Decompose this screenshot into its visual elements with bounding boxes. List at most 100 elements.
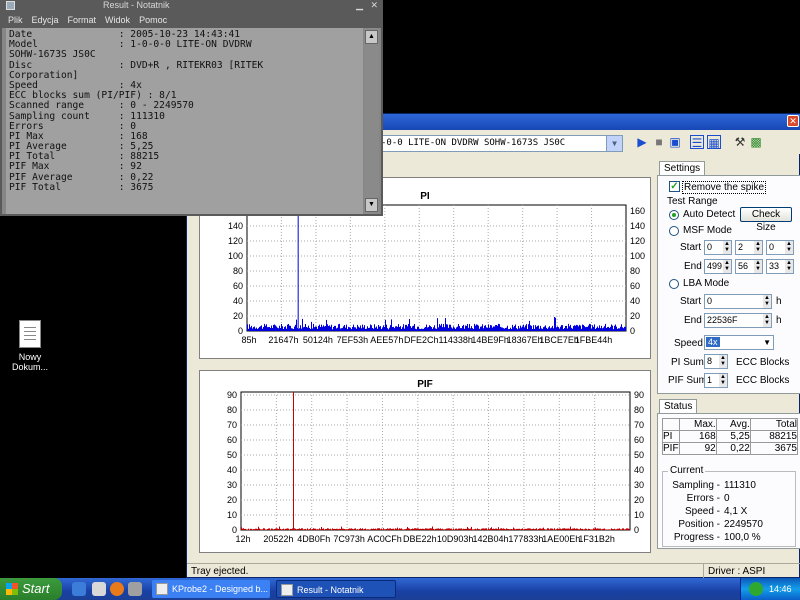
- pi-sum-value: 8: [707, 356, 713, 366]
- y-tick-label-left: 80: [227, 405, 237, 415]
- y-tick-label-left: 20: [227, 495, 237, 505]
- y-tick-label-right: 0: [630, 326, 635, 336]
- spin-arrows-icon[interactable]: ▲ ▼: [723, 241, 731, 254]
- table-row: PIF 92 0,22 3675: [662, 442, 799, 455]
- msf-end-min[interactable]: 499 ▲ ▼: [704, 259, 732, 274]
- y-tick-label-right: 10: [634, 510, 644, 520]
- firefox-icon[interactable]: [110, 582, 124, 596]
- msf-start-frame[interactable]: 0 ▲ ▼: [766, 240, 794, 255]
- save-icon[interactable]: ▣: [668, 135, 682, 149]
- pi-sum-input[interactable]: 8 ▲ ▼: [704, 354, 728, 369]
- lba-end-value: 22536F: [707, 315, 738, 325]
- menu-help[interactable]: Pomoc: [139, 15, 167, 25]
- scroll-up-icon[interactable]: ▲: [365, 30, 378, 44]
- pif-sum-input[interactable]: 1 ▲ ▼: [704, 373, 728, 388]
- lba-start-label: Start: [680, 296, 702, 307]
- chevron-down-icon[interactable]: ▼: [763, 336, 771, 349]
- msf-end-frame[interactable]: 33 ▲ ▼: [766, 259, 794, 274]
- check-size-button[interactable]: Check Size: [740, 207, 792, 233]
- start-button[interactable]: Start: [0, 578, 62, 600]
- spin-arrows-icon[interactable]: ▲ ▼: [723, 260, 731, 273]
- lba-end-unit: h: [776, 315, 782, 326]
- y-tick-label-right: 160: [630, 206, 645, 216]
- msf-start-sec-value: 2: [738, 242, 744, 252]
- msf-start-frame-value: 0: [769, 242, 775, 252]
- y-tick-label-right: 70: [634, 420, 644, 430]
- status-message: Tray ejected.: [191, 566, 249, 577]
- text-line: PIF Total : 3675: [9, 181, 154, 193]
- msf-start-sec[interactable]: 2 ▲ ▼: [735, 240, 763, 255]
- minimize-icon[interactable]: ▁: [356, 0, 363, 10]
- lba-start-input[interactable]: 0 ▲ ▼: [704, 294, 772, 309]
- notepad-text-area[interactable]: Date : 2005-10-23 14:43:41 Model : 1-0-0…: [6, 28, 363, 214]
- spin-arrows-icon[interactable]: ▲ ▼: [754, 260, 762, 273]
- scroll-down-icon[interactable]: ▼: [365, 198, 378, 212]
- notepad-scrollbar[interactable]: ▲ ▼: [364, 28, 379, 214]
- y-tick-label-left: 60: [233, 281, 243, 291]
- spin-arrows-icon[interactable]: ▲ ▼: [719, 374, 727, 387]
- x-tick-label: 1BCE7Eh: [539, 335, 579, 345]
- spin-arrows-icon[interactable]: ▲ ▼: [763, 314, 771, 327]
- msf-end-sec[interactable]: 56 ▲ ▼: [735, 259, 763, 274]
- msf-start-label: Start: [680, 242, 702, 253]
- status-row-total: 88215: [749, 430, 799, 443]
- layout-vertical-icon[interactable]: ▦: [707, 135, 721, 150]
- settings-icon[interactable]: ▩: [749, 135, 763, 149]
- x-tick-label: 21647h: [268, 335, 298, 345]
- y-tick-label-left: 120: [228, 236, 243, 246]
- quicklaunch-tool-icon[interactable]: [128, 582, 142, 596]
- document-icon: [19, 320, 41, 348]
- auto-detect-radio[interactable]: [669, 210, 679, 220]
- desktop-icon-new-document[interactable]: Nowy Dokum...: [8, 320, 52, 372]
- quicklaunch-app-icon[interactable]: [92, 582, 106, 596]
- x-tick-label: DFE2Ch: [404, 335, 439, 345]
- menu-file[interactable]: Plik: [8, 15, 23, 25]
- play-icon[interactable]: ▶: [635, 135, 649, 149]
- layout-horizontal-icon[interactable]: ☰: [690, 135, 704, 150]
- remove-spike-checkbox[interactable]: ✓: [669, 181, 680, 192]
- current-sampling-label: Sampling -: [672, 480, 720, 491]
- y-tick-label-right: 60: [634, 435, 644, 445]
- msf-start-min-value: 0: [707, 242, 713, 252]
- task-notepad[interactable]: Result - Notatnik: [276, 580, 396, 598]
- tab-settings[interactable]: Settings: [659, 161, 706, 175]
- msf-start-min[interactable]: 0 ▲ ▼: [704, 240, 732, 255]
- y-tick-label-right: 120: [630, 236, 645, 246]
- y-tick-label-left: 90: [227, 390, 237, 400]
- current-progress-value: 100,0 %: [724, 532, 761, 543]
- spin-arrows-icon[interactable]: ▲ ▼: [719, 355, 727, 368]
- notepad-titlebar[interactable]: Result - Notatnik ▁ ✕: [2, 0, 381, 12]
- msf-mode-radio[interactable]: [669, 226, 679, 236]
- spin-arrows-icon[interactable]: ▲ ▼: [785, 241, 793, 254]
- tray-status-icon[interactable]: [749, 582, 763, 596]
- task-kprobe[interactable]: KProbe2 - Designed b...: [152, 580, 270, 598]
- spin-arrows-icon[interactable]: ▲ ▼: [763, 295, 771, 308]
- menu-format[interactable]: Format: [68, 15, 97, 25]
- menu-edit[interactable]: Edycja: [32, 15, 59, 25]
- tab-status[interactable]: Status: [659, 399, 698, 413]
- lba-end-input[interactable]: 22536F ▲ ▼: [704, 313, 772, 328]
- status-header-avg: Avg.: [715, 418, 751, 431]
- spin-arrows-icon[interactable]: ▲ ▼: [754, 241, 762, 254]
- chevron-down-icon[interactable]: ▼: [606, 136, 622, 151]
- clock: 14:46: [769, 584, 792, 594]
- y-tick-label-right: 140: [630, 221, 645, 231]
- show-desktop-icon[interactable]: [72, 582, 86, 596]
- driver-info: Driver : ASPI: [703, 564, 800, 579]
- lba-mode-radio[interactable]: [669, 279, 679, 289]
- speed-select[interactable]: 4x ▼: [704, 335, 774, 350]
- close-icon[interactable]: ✕: [370, 0, 378, 10]
- menu-view[interactable]: Widok: [105, 15, 130, 25]
- tools-icon[interactable]: ⚒: [733, 135, 747, 149]
- drive-select[interactable]: -0-0 LITE-ON DVDRW SOHW-1673S JS0C ▼: [377, 135, 623, 152]
- y-tick-label-left: 40: [227, 465, 237, 475]
- x-tick-label: 142B04h: [473, 534, 509, 544]
- status-row-name: PIF: [662, 442, 680, 455]
- status-row-avg: 5,25: [715, 430, 751, 443]
- y-tick-label-right: 40: [634, 465, 644, 475]
- current-speed-value: 4,1 X: [724, 506, 748, 517]
- settings-panel: ✓ Remove the spike Test Range Auto Detec…: [657, 175, 800, 394]
- close-icon[interactable]: ✕: [787, 115, 799, 127]
- spin-arrows-icon[interactable]: ▲ ▼: [785, 260, 793, 273]
- stop-icon[interactable]: ■: [652, 135, 666, 149]
